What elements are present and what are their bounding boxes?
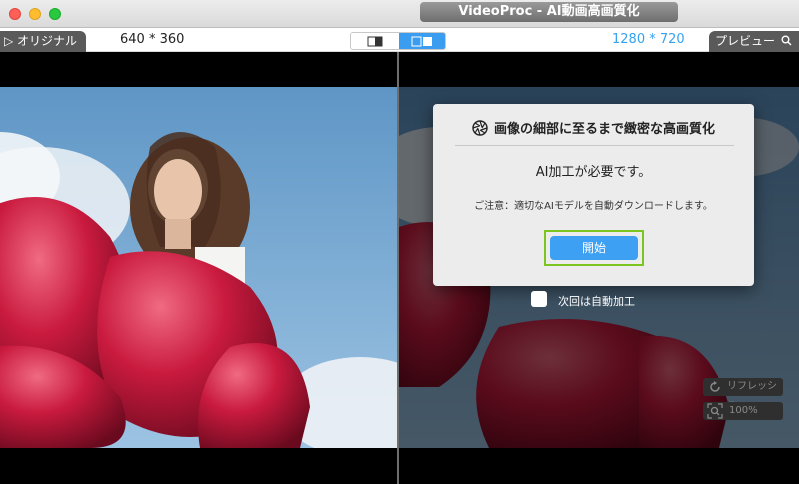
dialog-divider <box>455 145 734 146</box>
search-icon <box>781 35 792 46</box>
zoom-level: 100% <box>729 405 758 416</box>
auto-process-label: 次回は自動加工 <box>558 295 635 308</box>
start-button-highlight: 開始 <box>544 230 644 266</box>
dialog-title-row: 画像の細部に至るまで緻密な高画質化 <box>433 118 754 137</box>
output-resolution: 1280 * 720 <box>612 32 685 47</box>
zoom-window-button[interactable] <box>49 8 61 20</box>
close-window-button[interactable] <box>9 8 21 20</box>
side-by-side-icon <box>411 36 432 47</box>
split-view-button[interactable] <box>351 33 399 49</box>
dialog-note: ご注意：適切なAIモデルを自動ダウンロードします。 <box>474 201 713 212</box>
zoom-icon <box>707 403 723 419</box>
auto-process-checkbox[interactable] <box>531 291 547 307</box>
split-view-icon <box>367 36 383 47</box>
refresh-icon <box>710 381 720 392</box>
refresh-button[interactable]: リフレッシュ <box>703 378 783 410</box>
shutter-icon <box>472 120 488 136</box>
zoom-control[interactable]: 100% <box>703 402 783 420</box>
window-title: VideoProc - AI動画高画質化 <box>420 2 678 22</box>
original-video-frame <box>0 87 397 448</box>
start-button[interactable]: 開始 <box>550 236 638 260</box>
title-bar: VideoProc - AI動画高画質化 <box>0 0 799 28</box>
dialog-message: AI加工が必要です。 <box>535 165 652 180</box>
view-mode-switch <box>350 32 446 50</box>
toolbar: ▷ オリジナル 640 * 360 1280 * 720 プレビュー <box>0 28 799 52</box>
ai-enhance-dialog: 画像の細部に至るまで緻密な高画質化 AI加工が必要です。 ご注意：適切なAIモデ… <box>433 104 754 286</box>
preview-tab-label: プレビュー <box>715 34 776 48</box>
original-tab[interactable]: ▷ オリジナル <box>0 31 86 52</box>
original-resolution: 640 * 360 <box>120 32 185 47</box>
preview-tab[interactable]: プレビュー <box>709 31 799 52</box>
original-preview <box>0 87 397 448</box>
minimize-window-button[interactable] <box>29 8 41 20</box>
dialog-title: 画像の細部に至るまで緻密な高画質化 <box>493 122 715 137</box>
side-by-side-button[interactable] <box>399 33 445 49</box>
